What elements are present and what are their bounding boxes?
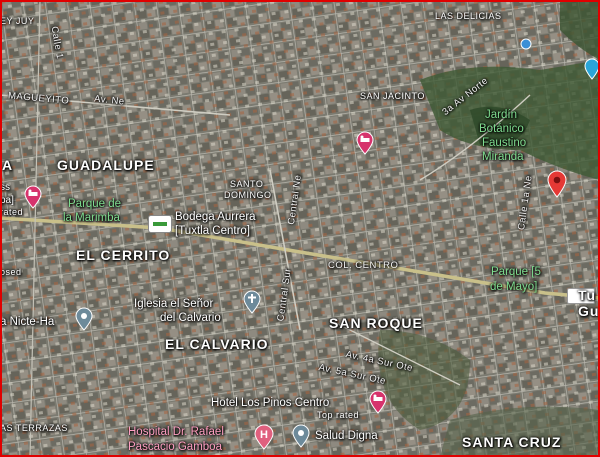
water-drop-icon[interactable] xyxy=(584,58,600,80)
place-hospital-2[interactable]: Pascacio Gamboa xyxy=(128,441,222,454)
neighborhood-domingo: DOMINGO xyxy=(224,190,272,200)
place-jardin-1[interactable]: Jardín xyxy=(485,109,517,122)
neighborhood-santo: SANTO xyxy=(230,179,264,189)
place-iglesia-2[interactable]: del Calvario xyxy=(160,312,221,325)
place-parque-marimba-1[interactable]: Parque de xyxy=(68,198,121,211)
neighborhood-las-delicias: LAS DELICIAS xyxy=(435,11,502,21)
place-bodega-1[interactable]: Bodega Aurrera xyxy=(175,211,256,224)
satellite-map[interactable]: EY JUY LAS DELICIAS SAN JACINTO A GUADAL… xyxy=(0,0,600,457)
place-pin-icon[interactable] xyxy=(75,307,93,331)
place-parque-marimba-2[interactable]: la Marimba xyxy=(63,212,120,225)
place-tux-2: Guti xyxy=(578,303,600,319)
place-jardin-2[interactable]: Botánico xyxy=(479,123,524,136)
neighborhood-col-centro: COL. CENTRO xyxy=(328,260,399,271)
place-jardin-4[interactable]: Miranda xyxy=(482,151,524,164)
neighborhood-las-terrazas: AS TERRAZAS xyxy=(0,423,68,433)
place-left-closed: osed xyxy=(0,267,22,277)
place-tux-1: Tu xyxy=(578,287,597,303)
place-bodega-2[interactable]: [Tuxtla Centro] xyxy=(175,225,250,238)
hotel-bed-icon[interactable] xyxy=(24,185,42,209)
map-imagery xyxy=(0,0,600,457)
neighborhood-guadalupe: GUADALUPE xyxy=(57,157,155,173)
place-salud-digna[interactable]: Salud Digna xyxy=(315,430,378,443)
neighborhood-a: A xyxy=(2,157,14,173)
red-location-pin-icon[interactable] xyxy=(547,170,567,198)
place-left-pa: pa] xyxy=(0,195,14,206)
neighborhood-rey-juy: EY JUY xyxy=(0,16,35,26)
hotel-bed-icon[interactable] xyxy=(369,390,387,414)
svg-text:H: H xyxy=(260,429,268,441)
hospital-icon[interactable]: H xyxy=(254,424,274,450)
place-left-ss: ss xyxy=(0,182,10,193)
neighborhood-san-roque: SAN ROQUE xyxy=(329,315,423,331)
church-icon[interactable] xyxy=(243,290,261,314)
place-hotel-top-rated: Top rated xyxy=(317,410,360,420)
store-icon[interactable] xyxy=(148,215,172,233)
neighborhood-el-calvario: EL CALVARIO xyxy=(165,336,269,352)
neighborhood-san-jacinto: SAN JACINTO xyxy=(360,91,425,101)
place-jardin-3[interactable]: Faustino xyxy=(482,137,526,150)
place-nicte-ha[interactable]: a Nicte-Ha xyxy=(0,316,54,329)
place-hotel-los-pinos[interactable]: Hotel Los Pinos Centro xyxy=(211,397,329,410)
neighborhood-santa-cruz: SANTA CRUZ xyxy=(462,434,562,450)
place-pin-icon[interactable] xyxy=(520,38,532,50)
place-parque5-2[interactable]: de Mayo] xyxy=(490,281,537,294)
hotel-bed-icon[interactable] xyxy=(356,131,374,155)
place-parque5-1[interactable]: Parque [5 xyxy=(491,266,541,279)
neighborhood-el-cerrito: EL CERRITO xyxy=(76,247,171,263)
place-left-rated: rated xyxy=(0,207,24,217)
place-pin-icon[interactable] xyxy=(292,424,310,448)
place-hospital-1[interactable]: Hospital Dr. Rafael xyxy=(128,426,224,439)
place-iglesia-1[interactable]: Iglesia el Señor xyxy=(134,298,213,311)
